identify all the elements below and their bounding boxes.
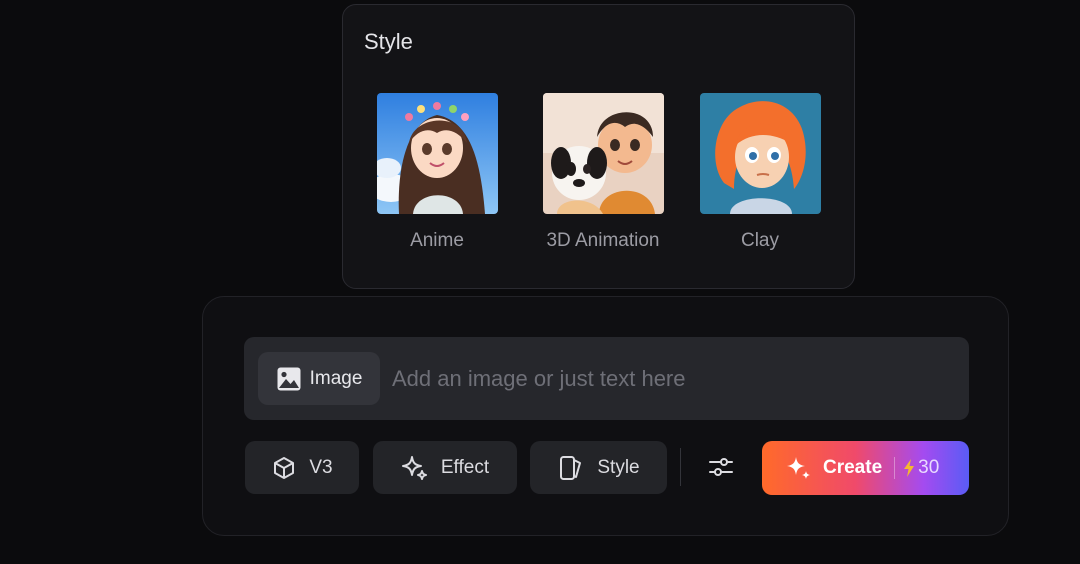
3d-animation-thumbnail: [542, 93, 664, 214]
style-option-clay[interactable]: Clay: [680, 93, 840, 252]
effect-label: Effect: [440, 456, 490, 478]
sparkle-icon: [401, 455, 427, 480]
sliders-icon: [709, 458, 733, 476]
lightning-icon: [904, 459, 915, 477]
effect-button[interactable]: Effect: [373, 441, 517, 494]
anime-thumbnail: [376, 93, 498, 214]
create-label: Create: [823, 457, 883, 478]
credit-cost-value: 30: [918, 457, 940, 478]
cube-icon: [274, 456, 295, 479]
toolbar-divider: [680, 448, 681, 486]
sparkle-icon: [787, 457, 810, 479]
style-panel-title: Style: [364, 29, 413, 54]
prompt-composer: Image V3 Effect Style: [202, 296, 1009, 536]
style-option-label: 3D Animation: [546, 230, 660, 251]
settings-button[interactable]: [702, 445, 740, 489]
style-label: Style: [597, 456, 640, 478]
style-option-3d-animation[interactable]: 3D Animation: [523, 93, 683, 252]
style-card-icon: [560, 455, 582, 480]
style-option-label: Clay: [740, 230, 779, 251]
create-button[interactable]: Create 30: [762, 441, 969, 495]
credit-separator: [894, 457, 896, 479]
model-version-button[interactable]: V3: [245, 441, 359, 494]
prompt-bar: Image: [244, 337, 969, 420]
image-icon: [277, 367, 301, 390]
style-option-anime[interactable]: Anime: [357, 93, 517, 252]
clay-thumbnail: [699, 93, 821, 214]
add-image-label: Image: [309, 367, 363, 389]
style-button[interactable]: Style: [530, 441, 667, 494]
style-panel: Style Anime 3D Animation Clay: [342, 4, 855, 289]
model-version-label: V3: [309, 456, 333, 478]
style-option-label: Anime: [410, 230, 464, 251]
prompt-input[interactable]: [390, 357, 950, 401]
add-image-button[interactable]: Image: [258, 352, 380, 405]
credit-cost: 30: [903, 457, 939, 479]
